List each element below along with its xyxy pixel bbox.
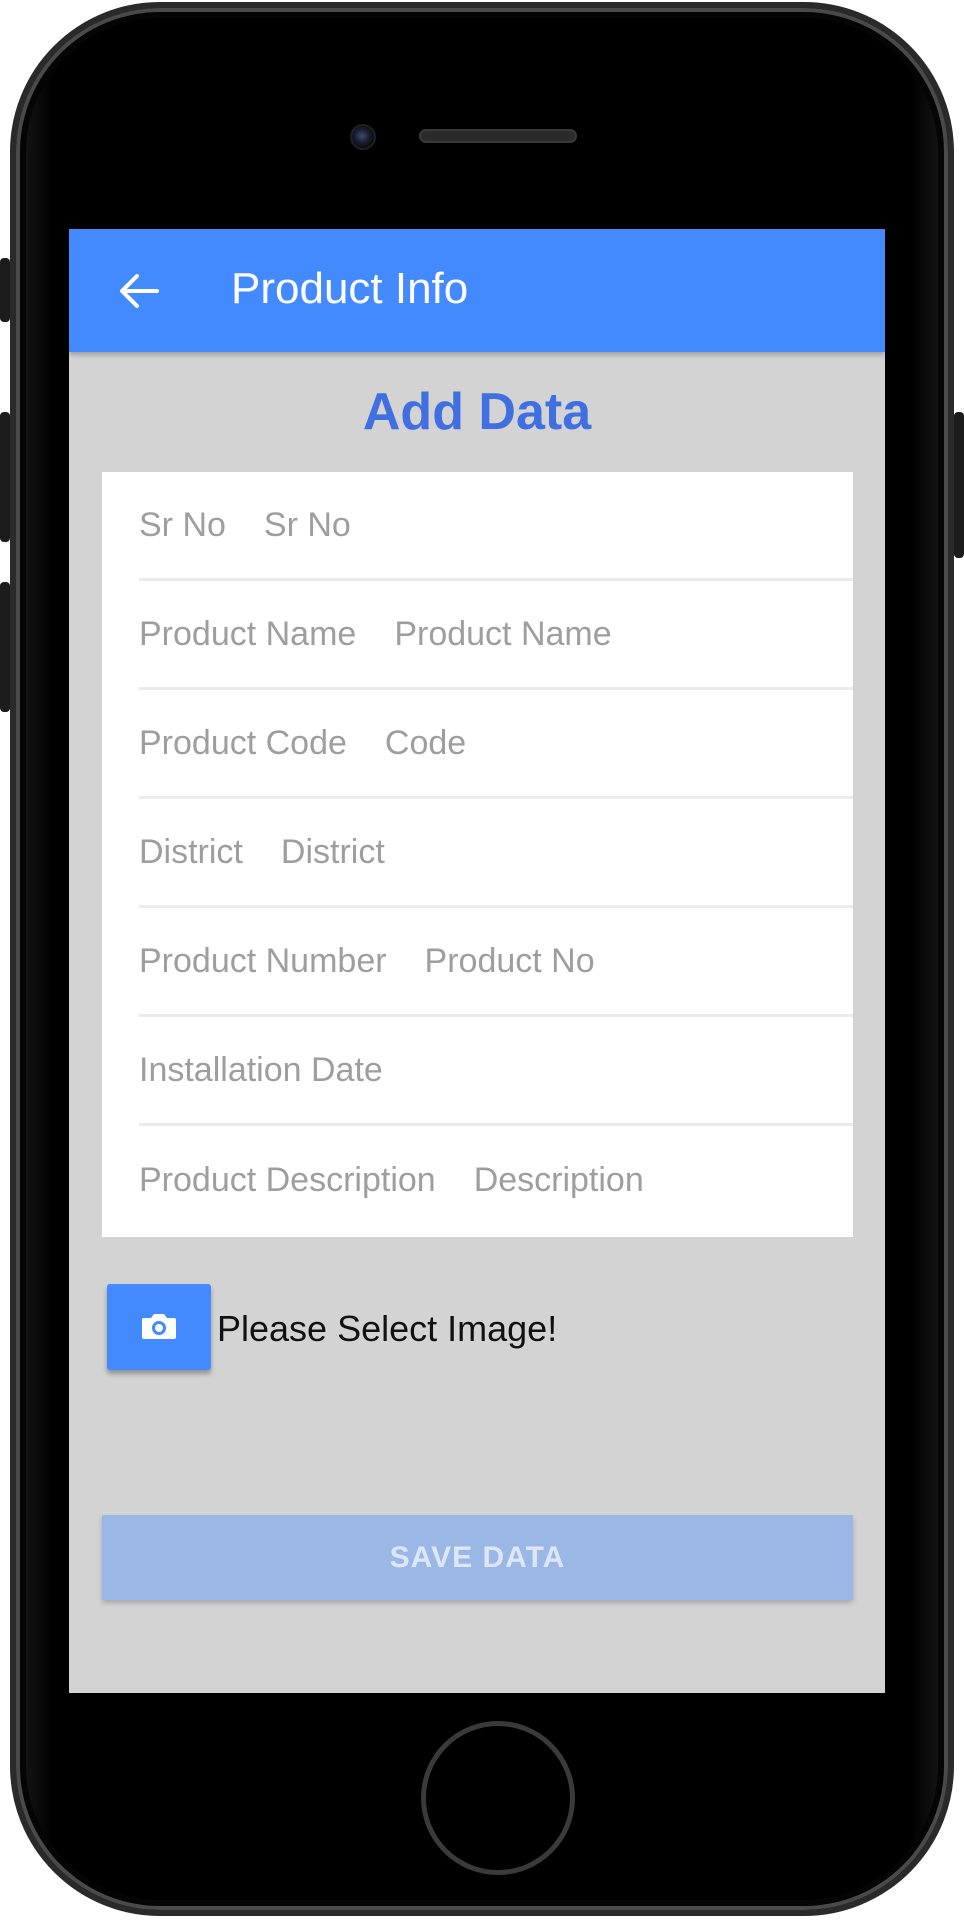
select-image-button[interactable] (107, 1284, 211, 1370)
earpiece-speaker (419, 129, 577, 143)
app-screen: Product Info Add Data Sr No Product Name… (69, 229, 885, 1693)
back-arrow-icon[interactable] (117, 269, 161, 313)
product-number-label: Product Number (139, 941, 387, 980)
district-row: District (139, 799, 853, 908)
installation-date-row[interactable]: Installation Date (139, 1017, 864, 1126)
product-code-input[interactable] (384, 723, 853, 763)
app-bar: Product Info (69, 229, 885, 352)
product-number-row: Product Number (139, 908, 868, 1017)
product-name-input[interactable] (394, 614, 853, 654)
sr-no-row: Sr No (139, 472, 853, 581)
sr-no-label: Sr No (139, 505, 226, 544)
product-description-row: Product Description (139, 1126, 885, 1235)
image-prompt-text: Please Select Image! (217, 1308, 558, 1349)
app-title: Product Info (231, 264, 469, 313)
installation-date-input[interactable] (420, 1050, 864, 1090)
product-description-input[interactable] (473, 1161, 885, 1200)
power-button (954, 412, 964, 558)
product-description-label: Product Description (139, 1161, 436, 1199)
product-name-row: Product Name (139, 581, 853, 690)
product-name-label: Product Name (139, 614, 357, 653)
product-code-label: Product Code (139, 723, 347, 762)
camera-icon (142, 1314, 176, 1339)
district-label: District (139, 832, 243, 871)
volume-up-button (0, 412, 10, 542)
product-code-row: Product Code (139, 690, 853, 799)
page-heading: Add Data (362, 383, 592, 441)
volume-down-button (0, 582, 10, 712)
home-button[interactable] (421, 1721, 575, 1875)
save-data-button[interactable]: SAVE DATA (102, 1515, 853, 1600)
installation-date-label: Installation Date (139, 1050, 383, 1089)
front-camera (350, 124, 376, 150)
product-form: Sr No Product Name Product Code District… (102, 472, 885, 1237)
sr-no-input[interactable] (263, 505, 853, 545)
district-input[interactable] (280, 832, 853, 872)
mute-switch (0, 258, 10, 322)
product-number-input[interactable] (424, 941, 868, 981)
